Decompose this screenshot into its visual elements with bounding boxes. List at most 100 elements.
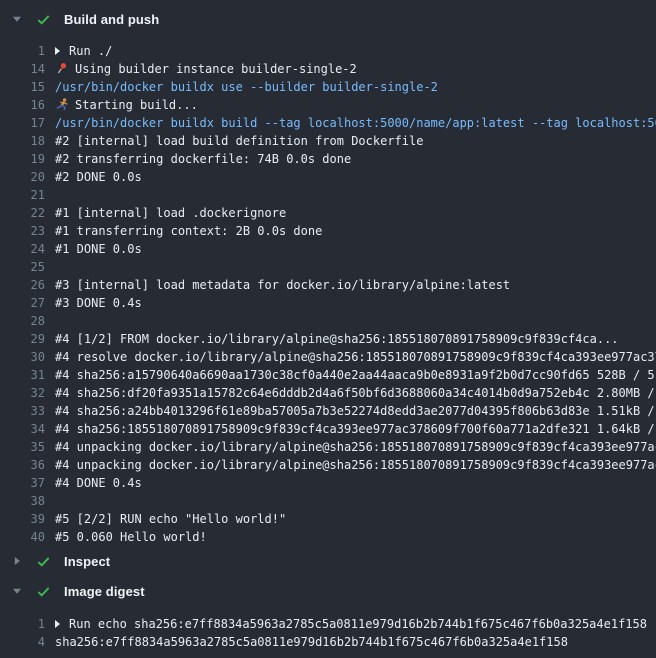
section-title: Inspect — [64, 554, 110, 569]
workflow-log-panel: Build and push 1Run ./14Using builder in… — [0, 0, 656, 658]
log-line: 26#3 [internal] load metadata for docker… — [0, 276, 656, 294]
chevron-down-icon[interactable] — [12, 14, 26, 24]
log-text: #1 DONE 0.0s — [45, 240, 142, 258]
log-line: 23#1 transferring context: 2B 0.0s done — [0, 222, 656, 240]
log-text: #1 [internal] load .dockerignore — [45, 204, 286, 222]
line-number[interactable]: 27 — [0, 294, 45, 312]
line-number[interactable]: 16 — [0, 96, 45, 114]
log-line: 33#4 sha256:a24bb4013296f61e89ba57005a7b… — [0, 402, 656, 420]
check-icon — [35, 11, 51, 27]
line-number[interactable]: 30 — [0, 348, 45, 366]
line-number[interactable]: 25 — [0, 258, 45, 276]
log-text: /usr/bin/docker buildx use --builder bui… — [45, 78, 438, 96]
log-text: #3 DONE 0.4s — [45, 294, 142, 312]
check-icon — [35, 553, 51, 569]
log-text: sha256:e7ff8834a5963a2785c5a0811e979d16b… — [45, 633, 568, 651]
line-number[interactable]: 26 — [0, 276, 45, 294]
log-line: 17/usr/bin/docker buildx build --tag loc… — [0, 114, 656, 132]
log-text: #4 sha256:df20fa9351a15782c64e6dddb2d4a6… — [45, 384, 655, 402]
line-number[interactable]: 33 — [0, 402, 45, 420]
log-text: #2 transferring dockerfile: 74B 0.0s don… — [45, 150, 351, 168]
log-text — [45, 492, 55, 510]
section-title: Build and push — [64, 12, 159, 27]
line-number[interactable]: 20 — [0, 168, 45, 186]
log-text: #4 unpacking docker.io/library/alpine@sh… — [45, 456, 656, 474]
log-line: 29#4 [1/2] FROM docker.io/library/alpine… — [0, 330, 656, 348]
line-number[interactable]: 24 — [0, 240, 45, 258]
log-line: 35#4 unpacking docker.io/library/alpine@… — [0, 438, 656, 456]
play-triangle-icon[interactable] — [55, 47, 60, 55]
log-line: 27#3 DONE 0.4s — [0, 294, 656, 312]
log-line: 32#4 sha256:df20fa9351a15782c64e6dddb2d4… — [0, 384, 656, 402]
line-number[interactable]: 31 — [0, 366, 45, 384]
line-number[interactable]: 22 — [0, 204, 45, 222]
section-log-lines: 1Run echo sha256:e7ff8834a5963a2785c5a08… — [0, 606, 656, 651]
log-text: #4 DONE 0.4s — [45, 474, 142, 492]
section-build-and-push: Build and push 1Run ./14Using builder in… — [0, 4, 656, 546]
log-line: 38 — [0, 492, 656, 510]
line-number[interactable]: 15 — [0, 78, 45, 96]
log-line: 1Run ./ — [0, 42, 656, 60]
pushpin-icon — [55, 62, 69, 75]
log-text: #4 sha256:a15790640a6690aa1730c38cf0a440… — [45, 366, 655, 384]
log-line: 25 — [0, 258, 656, 276]
log-text: Using builder instance builder-single-2 — [45, 60, 357, 78]
log-text: #5 0.060 Hello world! — [45, 528, 207, 546]
log-line: 36#4 unpacking docker.io/library/alpine@… — [0, 456, 656, 474]
line-number[interactable]: 40 — [0, 528, 45, 546]
line-number[interactable]: 39 — [0, 510, 45, 528]
log-line: 30#4 resolve docker.io/library/alpine@sh… — [0, 348, 656, 366]
section-header-image-digest[interactable]: Image digest — [0, 576, 656, 606]
line-number[interactable]: 35 — [0, 438, 45, 456]
log-text: Run ./ — [45, 42, 112, 60]
log-line: 1Run echo sha256:e7ff8834a5963a2785c5a08… — [0, 615, 656, 633]
line-number[interactable]: 17 — [0, 114, 45, 132]
log-line: 19#2 transferring dockerfile: 74B 0.0s d… — [0, 150, 656, 168]
line-number[interactable]: 19 — [0, 150, 45, 168]
line-number[interactable]: 36 — [0, 456, 45, 474]
log-text: #2 [internal] load build definition from… — [45, 132, 423, 150]
log-text: Run echo sha256:e7ff8834a5963a2785c5a081… — [45, 615, 647, 633]
log-line: 28 — [0, 312, 656, 330]
log-line: 4sha256:e7ff8834a5963a2785c5a0811e979d16… — [0, 633, 656, 651]
chevron-right-icon[interactable] — [12, 556, 26, 566]
log-text — [45, 312, 55, 330]
line-number[interactable]: 23 — [0, 222, 45, 240]
line-number[interactable]: 4 — [0, 633, 45, 651]
line-number[interactable]: 14 — [0, 60, 45, 78]
log-line: 31#4 sha256:a15790640a6690aa1730c38cf0a4… — [0, 366, 656, 384]
log-text — [45, 258, 55, 276]
log-text: Starting build... — [45, 96, 198, 114]
line-number[interactable]: 1 — [0, 42, 45, 60]
section-header-inspect[interactable]: Inspect — [0, 546, 656, 576]
section-inspect: Inspect — [0, 546, 656, 576]
log-line: 18#2 [internal] load build definition fr… — [0, 132, 656, 150]
line-number[interactable]: 29 — [0, 330, 45, 348]
log-text: #1 transferring context: 2B 0.0s done — [45, 222, 322, 240]
line-number[interactable]: 32 — [0, 384, 45, 402]
section-title: Image digest — [64, 584, 145, 599]
line-number[interactable]: 28 — [0, 312, 45, 330]
play-triangle-icon[interactable] — [55, 620, 60, 628]
chevron-down-icon[interactable] — [12, 586, 26, 596]
log-line: 16Starting build... — [0, 96, 656, 114]
log-text: #4 sha256:185518070891758909c9f839cf4ca3… — [45, 420, 655, 438]
log-line: 37#4 DONE 0.4s — [0, 474, 656, 492]
section-header-build-and-push[interactable]: Build and push — [0, 4, 656, 34]
line-number[interactable]: 21 — [0, 186, 45, 204]
log-line: 21 — [0, 186, 656, 204]
line-number[interactable]: 18 — [0, 132, 45, 150]
log-line: 40#5 0.060 Hello world! — [0, 528, 656, 546]
line-number[interactable]: 1 — [0, 615, 45, 633]
log-line: 24#1 DONE 0.0s — [0, 240, 656, 258]
line-number[interactable]: 34 — [0, 420, 45, 438]
log-text: #4 resolve docker.io/library/alpine@sha2… — [45, 348, 656, 366]
log-text: #4 [1/2] FROM docker.io/library/alpine@s… — [45, 330, 619, 348]
log-text: #2 DONE 0.0s — [45, 168, 142, 186]
line-number[interactable]: 38 — [0, 492, 45, 510]
log-text: #3 [internal] load metadata for docker.i… — [45, 276, 510, 294]
log-text: #4 sha256:a24bb4013296f61e89ba57005a7b3e… — [45, 402, 655, 420]
line-number[interactable]: 37 — [0, 474, 45, 492]
log-line: 14Using builder instance builder-single-… — [0, 60, 656, 78]
section-image-digest: Image digest 1Run echo sha256:e7ff8834a5… — [0, 576, 656, 651]
